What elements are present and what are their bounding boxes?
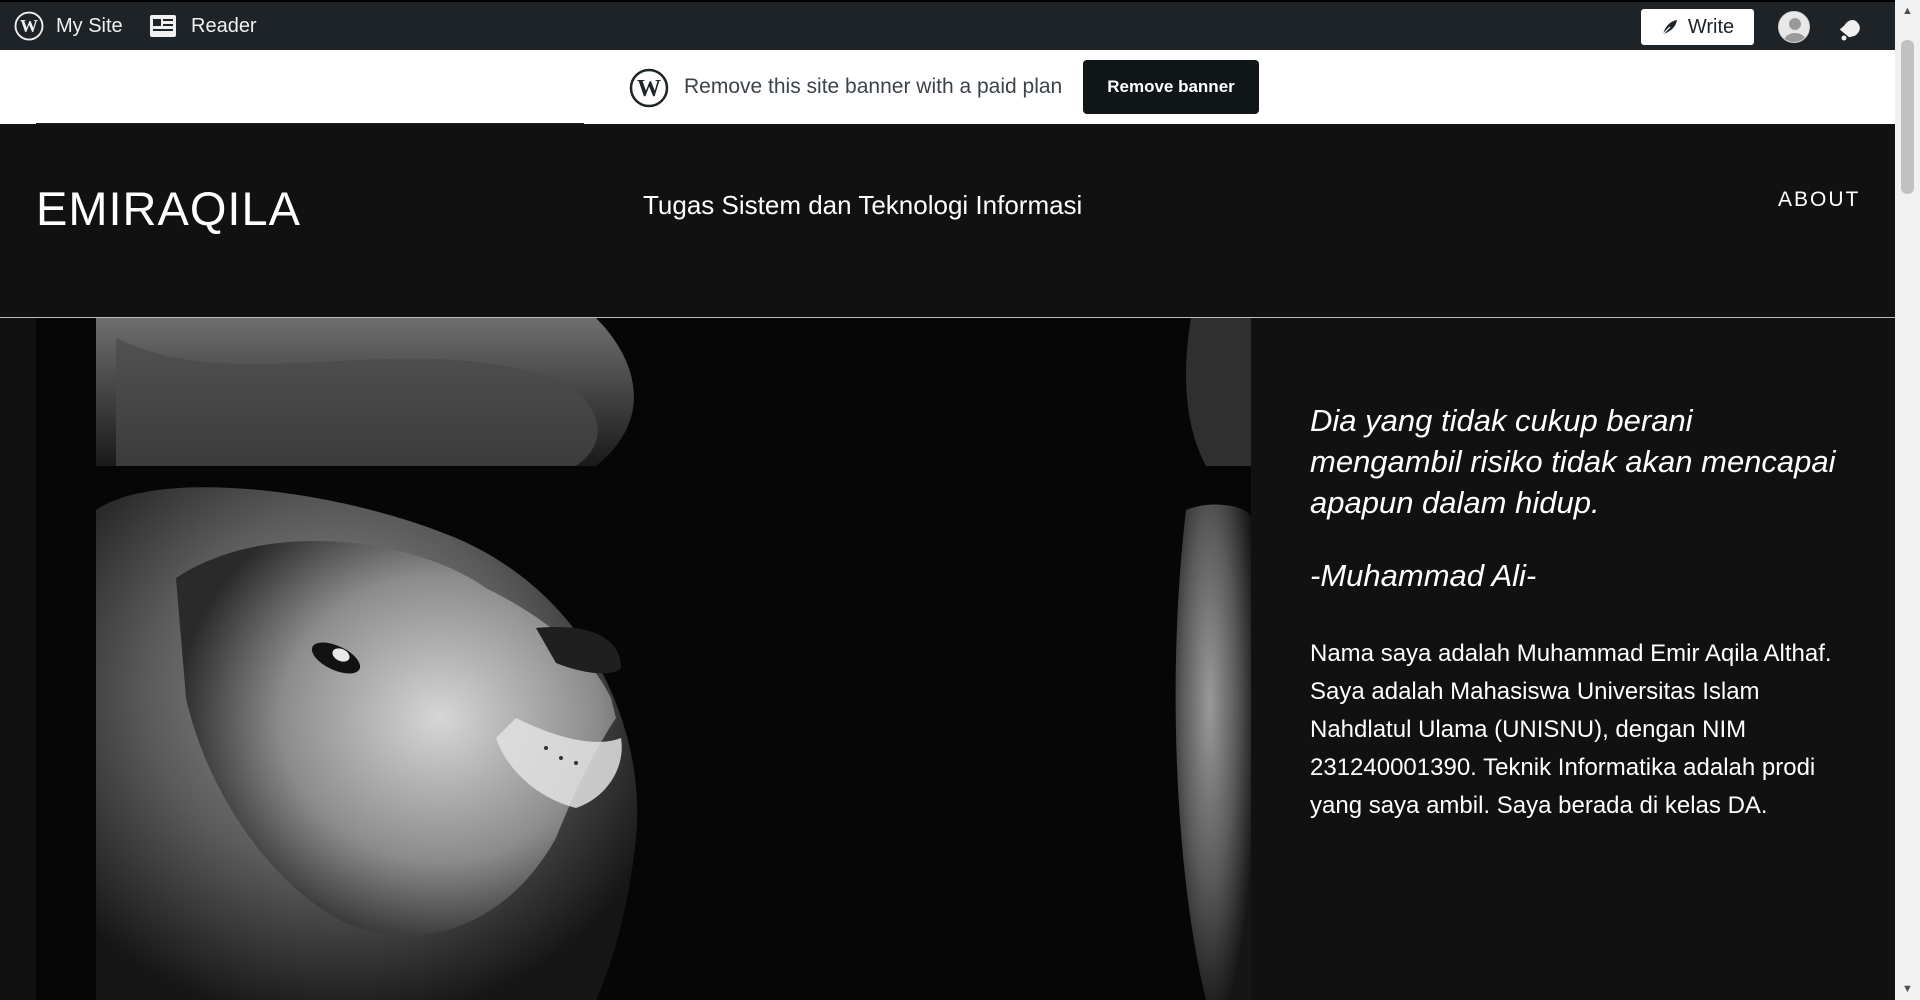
bio-paragraph: Nama saya adalah Muhammad Emir Aqila Alt… <box>1310 640 1832 819</box>
lion-illustration <box>36 318 1251 1000</box>
quote-text: Dia yang tidak cukup berani mengambil ri… <box>1310 403 1836 520</box>
scrollbar-thumb[interactable] <box>1901 40 1914 194</box>
svg-text:W: W <box>20 16 38 36</box>
banner-text: Remove this site banner with a paid plan <box>684 75 1063 98</box>
pen-icon <box>1662 20 1677 35</box>
page-scrollbar[interactable]: ▲ ▼ <box>1895 0 1920 1000</box>
wordpress-logo-icon: W <box>629 68 669 108</box>
bell-icon[interactable] <box>1836 13 1866 43</box>
nav-item-about[interactable]: ABOUT <box>1778 188 1860 212</box>
site-title[interactable]: EMIRAQILA <box>36 181 301 236</box>
reader-label: Reader <box>191 14 257 37</box>
scroll-down-arrow-icon[interactable]: ▼ <box>1895 978 1920 1000</box>
reader-icon <box>150 15 176 37</box>
quote-author: -Muhammad Ali- <box>1310 558 1537 593</box>
scroll-up-arrow-icon[interactable]: ▲ <box>1895 0 1920 22</box>
avatar-silhouette <box>1784 18 1806 42</box>
site-header: EMIRAQILA Tugas Sistem dan Teknologi Inf… <box>0 124 1895 318</box>
admin-bar: W My Site Reader Write <box>0 0 1900 50</box>
write-button[interactable]: Write <box>1641 9 1754 45</box>
my-site-menu[interactable]: W My Site <box>14 2 123 50</box>
lion-image <box>36 318 1251 1000</box>
my-site-label: My Site <box>56 14 123 37</box>
remove-banner-button[interactable]: Remove banner <box>1083 60 1259 114</box>
site-tagline: Tugas Sistem dan Teknologi Informasi <box>643 190 1083 220</box>
user-avatar-icon[interactable] <box>1778 11 1810 43</box>
reader-menu[interactable]: Reader <box>149 2 257 50</box>
bell-shape <box>1839 19 1860 41</box>
write-label: Write <box>1687 15 1735 38</box>
svg-text:W: W <box>637 76 661 102</box>
wordpress-logo-icon: W <box>14 11 44 41</box>
upgrade-banner: W Remove this site banner with a paid pl… <box>0 50 1895 125</box>
main-content: Dia yang tidak cukup berani mengambil ri… <box>0 318 1895 1000</box>
